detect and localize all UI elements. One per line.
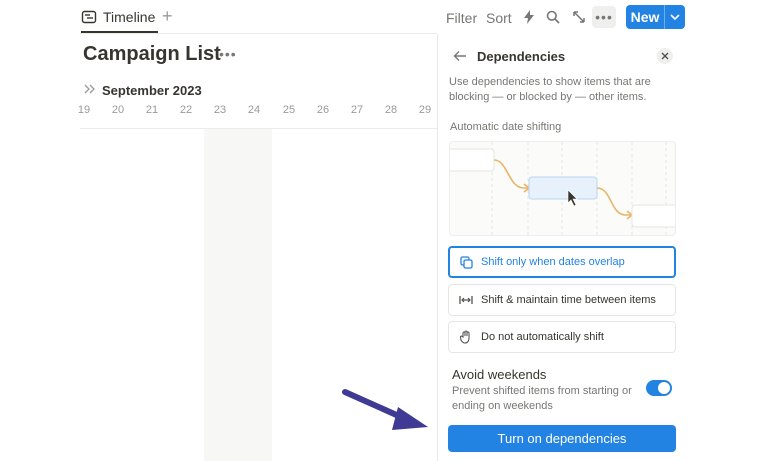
panel-title: Dependencies	[477, 49, 566, 64]
option-label: Shift only when dates overlap	[481, 256, 625, 268]
day-label: 26	[316, 104, 330, 116]
dependencies-panel: Dependencies Use dependencies to show it…	[437, 34, 687, 461]
tab-timeline-label: Timeline	[103, 9, 156, 25]
new-button[interactable]: New	[626, 5, 685, 29]
panel-description: Use dependencies to show items that are …	[449, 76, 651, 103]
month-header: September 2023	[84, 81, 202, 99]
page-title: Campaign List	[83, 43, 221, 65]
day-label: 20	[111, 104, 125, 116]
annotation-arrow-icon	[342, 389, 428, 430]
day-label: 28	[384, 104, 398, 116]
back-arrow-icon[interactable]	[453, 49, 467, 63]
option-label: Shift & maintain time between items	[481, 294, 656, 306]
timeline-icon	[81, 9, 97, 25]
toolbar-divider	[80, 33, 437, 34]
more-options-button[interactable]: •••	[592, 6, 616, 28]
add-view-button[interactable]: +	[162, 6, 173, 26]
option-shift-when-overlap[interactable]: Shift only when dates overlap	[448, 246, 676, 278]
option-shift-maintain-gap[interactable]: Shift & maintain time between items	[448, 284, 676, 316]
maintain-gap-icon	[459, 293, 473, 307]
hand-icon	[459, 330, 473, 344]
close-icon[interactable]	[657, 48, 673, 64]
top-bar: Timeline + Filter Sort ••• New	[0, 0, 768, 34]
day-label: 25	[282, 104, 296, 116]
sort-button[interactable]: Sort	[486, 10, 512, 26]
search-icon[interactable]	[545, 9, 561, 25]
turn-on-dependencies-button[interactable]: Turn on dependencies	[448, 425, 676, 452]
overlap-icon	[459, 255, 473, 269]
day-label: 29	[418, 104, 432, 116]
avoid-weekends-title: Avoid weekends	[452, 367, 547, 382]
avoid-weekends-description: Prevent shifted items from starting or e…	[452, 385, 632, 412]
day-label: 19	[77, 104, 91, 116]
day-label: 22	[179, 104, 193, 116]
lightning-icon[interactable]	[521, 9, 537, 25]
month-label: September 2023	[102, 82, 202, 98]
toggle-knob	[658, 382, 670, 394]
option-do-not-shift[interactable]: Do not automatically shift	[448, 321, 676, 353]
chevron-down-icon[interactable]	[665, 13, 685, 21]
title-more-button[interactable]: •••	[219, 46, 237, 62]
day-label: 23	[213, 104, 227, 116]
tab-timeline[interactable]: Timeline	[81, 3, 155, 31]
option-label: Do not automatically shift	[481, 331, 604, 343]
avoid-weekends-toggle[interactable]	[646, 380, 672, 396]
double-chevron-right-icon[interactable]	[84, 81, 96, 99]
day-row: 19 20 21 22 23 24 25 26 27 28 29	[0, 104, 437, 122]
new-button-label: New	[630, 9, 660, 25]
day-label: 21	[145, 104, 159, 116]
date-shifting-illustration	[449, 141, 676, 236]
panel-header: Dependencies	[438, 46, 688, 68]
filter-button[interactable]: Filter	[446, 10, 477, 26]
expand-diagonal-icon[interactable]	[571, 9, 587, 25]
day-label: 24	[247, 104, 261, 116]
weekend-column	[204, 129, 272, 461]
day-label: 27	[350, 104, 364, 116]
section-label: Automatic date shifting	[450, 121, 562, 133]
